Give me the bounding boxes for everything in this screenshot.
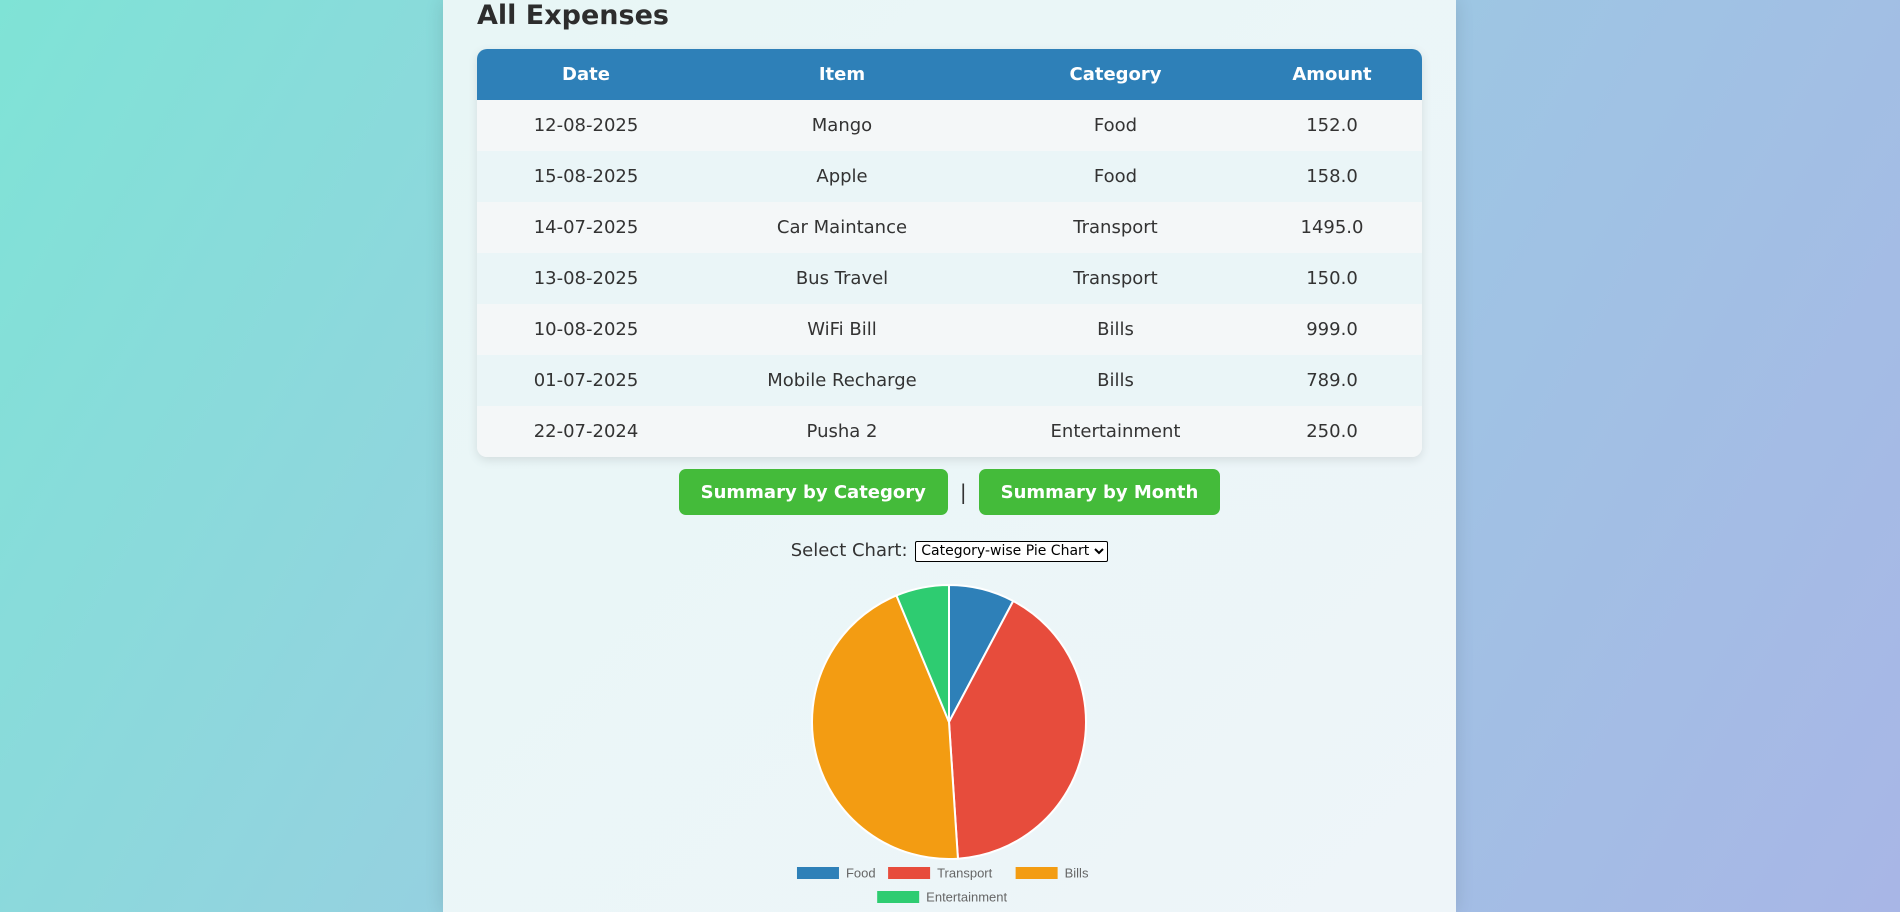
page-title: All Expenses xyxy=(477,0,669,31)
cell-date: 10-08-2025 xyxy=(533,319,639,340)
cell-item: Apple xyxy=(816,166,868,187)
summary-by-month-button[interactable]: Summary by Month xyxy=(978,469,1221,515)
chart-type-select[interactable]: Category-wise Pie Chart xyxy=(915,540,1109,562)
table-row: 01-07-2025 Mobile Recharge Bills 789.0 xyxy=(477,355,1422,406)
table-row: 14-07-2025 Car Maintance Transport 1495.… xyxy=(477,202,1422,253)
legend-label-transport[interactable]: Transport xyxy=(937,866,993,881)
cell-item: Pusha 2 xyxy=(806,421,878,442)
cell-category: Entertainment xyxy=(1050,421,1181,442)
cell-category: Food xyxy=(1093,115,1138,136)
cell-date: 14-07-2025 xyxy=(533,217,639,238)
cell-amount: 1495.0 xyxy=(1300,217,1364,238)
legend-label-food[interactable]: Food xyxy=(846,866,876,881)
header-item: Item xyxy=(818,64,866,85)
cell-amount: 152.0 xyxy=(1306,115,1358,136)
header-amount: Amount xyxy=(1292,64,1372,85)
legend-label-bills[interactable]: Bills xyxy=(1065,866,1089,881)
chart-select-label: Select Chart: xyxy=(790,540,908,561)
table-row: 12-08-2025 Mango Food 152.0 xyxy=(477,100,1422,151)
cell-item: Car Maintance xyxy=(776,217,908,238)
legend-swatch-transport[interactable] xyxy=(888,867,931,879)
cell-date: 13-08-2025 xyxy=(533,268,639,289)
cell-date: 01-07-2025 xyxy=(533,370,639,391)
pie-chart-svg: Food Transport Bills Entertainment xyxy=(796,583,1089,905)
cell-item: Bus Travel xyxy=(795,268,889,289)
table-header-row: Date Item Category Amount xyxy=(477,49,1422,100)
chart-select-row: Select Chart: Category-wise Pie Chart xyxy=(443,540,1456,562)
cell-category: Bills xyxy=(1097,319,1134,340)
cell-item: WiFi Bill xyxy=(807,319,877,340)
cell-date: 12-08-2025 xyxy=(533,115,639,136)
header-category: Category xyxy=(1069,64,1162,85)
cell-date: 15-08-2025 xyxy=(533,166,639,187)
cell-category: Transport xyxy=(1073,217,1158,238)
table-row: 13-08-2025 Bus Travel Transport 150.0 xyxy=(477,253,1422,304)
table-row: 22-07-2024 Pusha 2 Entertainment 250.0 xyxy=(477,406,1422,457)
cell-item: Mango xyxy=(811,115,873,136)
main-panel: All Expenses Date Item Category Amount 1… xyxy=(443,0,1456,912)
legend-label-entertainment[interactable]: Entertainment xyxy=(926,890,1007,905)
button-separator: | xyxy=(959,480,967,504)
cell-amount: 250.0 xyxy=(1306,421,1358,442)
cell-amount: 789.0 xyxy=(1306,370,1358,391)
header-date: Date xyxy=(562,64,610,85)
cell-category: Food xyxy=(1093,166,1138,187)
legend-swatch-food[interactable] xyxy=(796,867,839,879)
cell-amount: 158.0 xyxy=(1306,166,1358,187)
table-row: 10-08-2025 WiFi Bill Bills 999.0 xyxy=(477,304,1422,355)
expenses-table: Date Item Category Amount 12-08-2025 Man… xyxy=(477,49,1422,457)
summary-by-category-button[interactable]: Summary by Category xyxy=(678,469,948,515)
cell-amount: 150.0 xyxy=(1306,268,1358,289)
legend-swatch-bills[interactable] xyxy=(1015,867,1058,879)
table-row: 15-08-2025 Apple Food 158.0 xyxy=(477,151,1422,202)
cell-category: Transport xyxy=(1073,268,1158,289)
cell-date: 22-07-2024 xyxy=(533,421,639,442)
legend-swatch-entertainment[interactable] xyxy=(877,891,920,903)
summary-buttons: Summary by Category | Summary by Month xyxy=(443,469,1456,515)
cell-category: Bills xyxy=(1097,370,1134,391)
cell-amount: 999.0 xyxy=(1306,319,1358,340)
cell-item: Mobile Recharge xyxy=(767,370,917,391)
category-pie-chart: Food Transport Bills Entertainment xyxy=(443,580,1456,912)
